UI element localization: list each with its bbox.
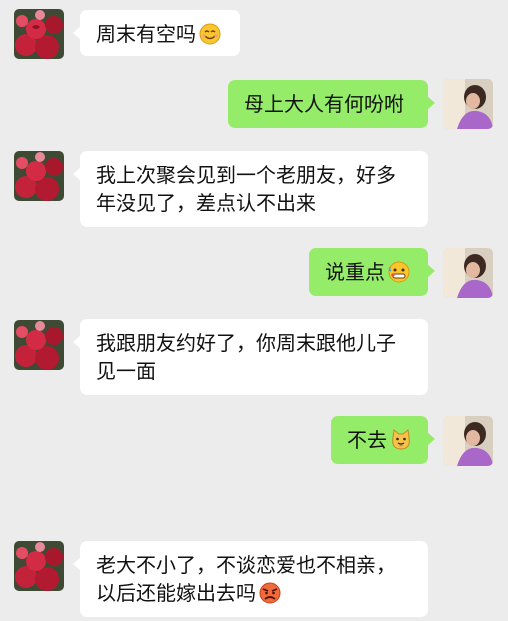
- contact-avatar[interactable]: [14, 320, 64, 370]
- message-bubble-incoming[interactable]: 我跟朋友约好了，你周末跟他儿子 见一面: [73, 319, 428, 395]
- message-bubble-incoming[interactable]: 我上次聚会见到一个老朋友，好多 年没见了，差点认不出来: [73, 151, 428, 227]
- message-text: 母上大人有何吩咐: [244, 92, 404, 116]
- sweat-emoji-icon: [388, 261, 410, 290]
- message-text-line: 老大不小了，不谈恋爱也不相亲，: [96, 553, 396, 577]
- message-text-line: 见一面: [96, 359, 156, 383]
- angry-emoji-icon: [259, 582, 281, 611]
- message-text: 以后还能嫁出去吗: [96, 581, 256, 605]
- message-bubble-outgoing[interactable]: 说重点: [309, 248, 435, 296]
- message-text-line: 以后还能嫁出去吗: [96, 579, 412, 611]
- contact-avatar[interactable]: [14, 151, 64, 201]
- chat-area: 周末有空吗 母上大人有何吩咐 我上次聚会见到一个老朋友，好多 年没见了，差点认不…: [0, 0, 508, 621]
- message-text: 说重点: [325, 260, 385, 284]
- my-avatar[interactable]: [443, 79, 493, 129]
- my-avatar[interactable]: [443, 248, 493, 298]
- contact-avatar[interactable]: [14, 541, 64, 591]
- message-text: 周末有空吗: [96, 22, 196, 46]
- contact-avatar[interactable]: [14, 9, 64, 59]
- message-bubble-outgoing[interactable]: 不去: [331, 416, 435, 464]
- message-text-line: 我跟朋友约好了，你周末跟他儿子: [96, 331, 396, 355]
- smile-emoji-icon: [199, 23, 221, 52]
- my-avatar[interactable]: [443, 416, 493, 466]
- message-bubble-outgoing[interactable]: 母上大人有何吩咐: [228, 80, 435, 128]
- message-text: 不去: [347, 428, 387, 452]
- message-bubble-incoming[interactable]: 老大不小了，不谈恋爱也不相亲， 以后还能嫁出去吗: [73, 541, 428, 617]
- message-text-line: 年没见了，差点认不出来: [96, 191, 316, 215]
- message-text-line: 我上次聚会见到一个老朋友，好多: [96, 163, 396, 187]
- message-bubble-incoming[interactable]: 周末有空吗: [73, 10, 240, 56]
- cat-emoji-icon: [390, 429, 412, 458]
